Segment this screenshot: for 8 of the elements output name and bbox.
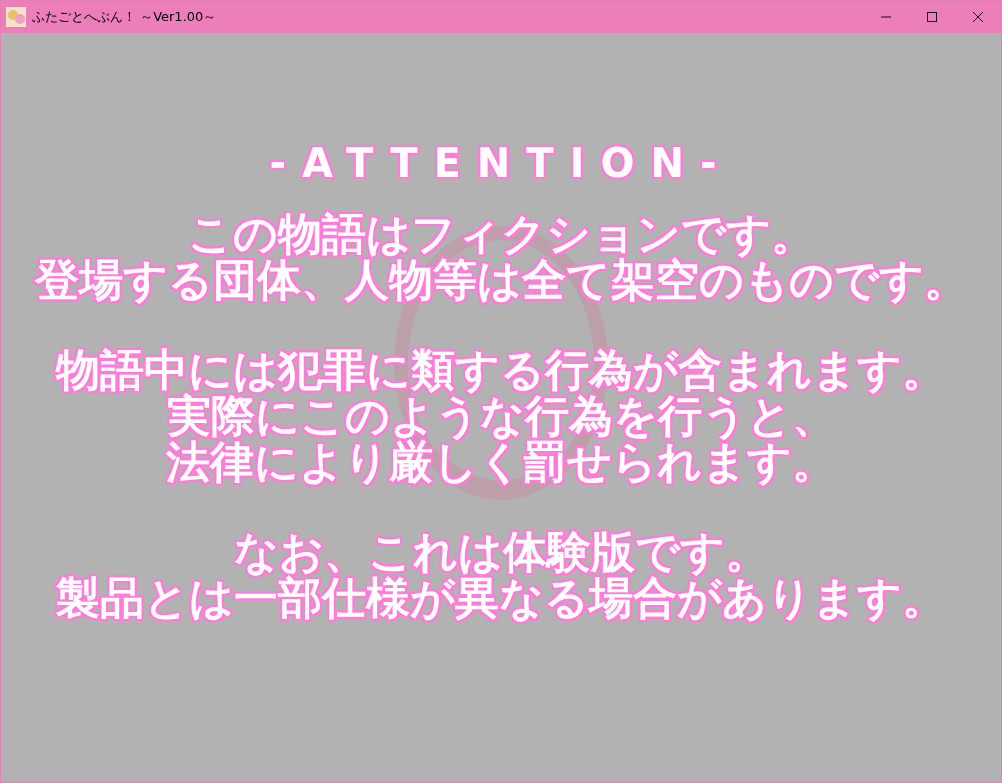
close-icon [973,12,983,22]
notice-heading: -ATTENTION- [269,141,733,185]
window-title: ふたごとへぶん！ ～Ver1.00～ [32,8,217,26]
app-icon [6,7,26,27]
notice-paragraph: なお、これは体験版です。 製品とは一部仕様が異なる場合があります。 [56,529,946,621]
notice-paragraph: 物語中には犯罪に類する行為が含まれます。 実際にこのような行為を行うと、 法律により厳しく罰せられます。 [56,347,946,485]
maximize-icon [927,12,937,22]
notice-paragraph: この物語はフィクションです。 登場する団体、人物等は全て架空のものです。 [34,211,968,303]
